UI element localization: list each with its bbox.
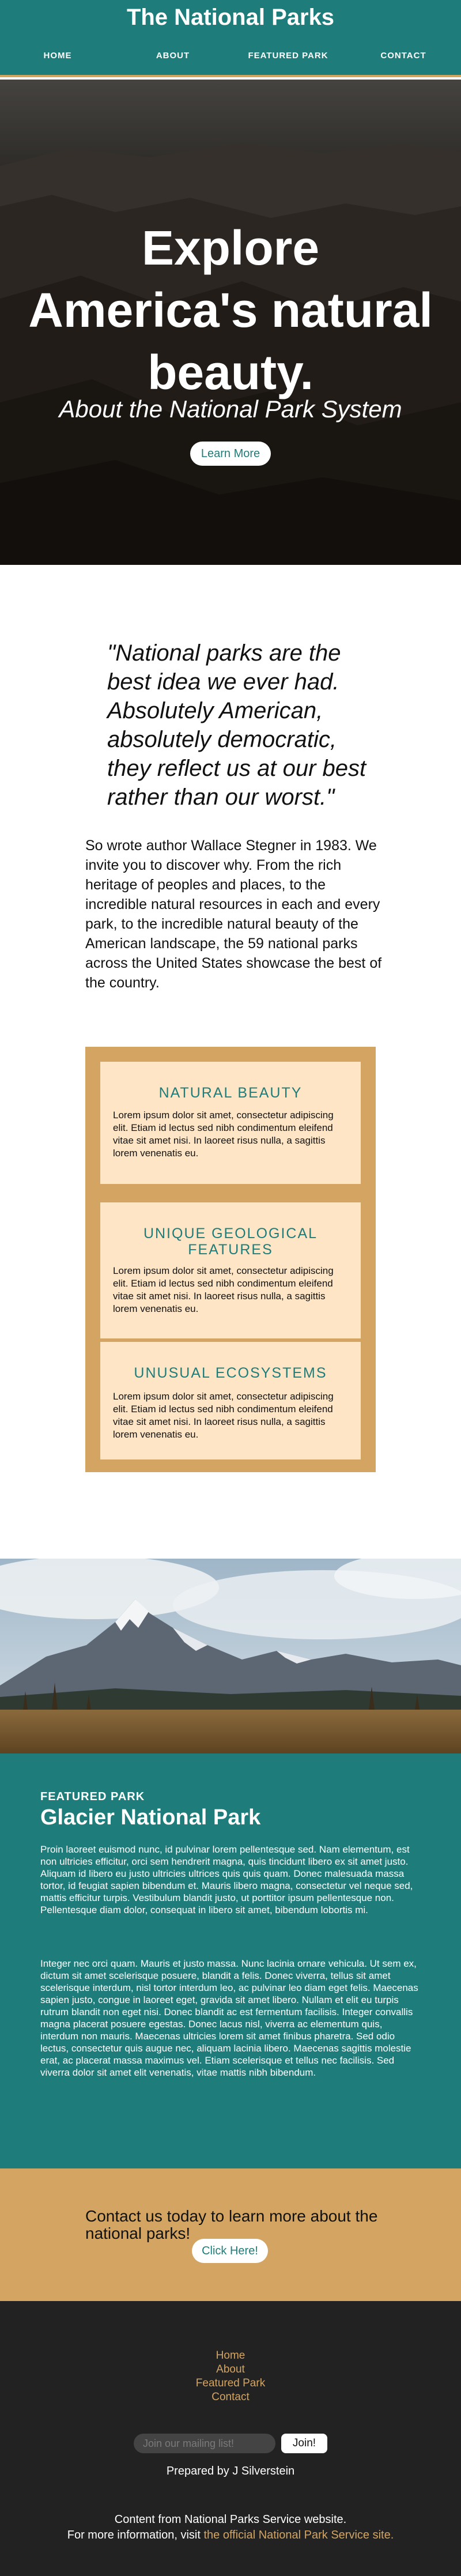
mountain-landscape-image — [0, 1559, 461, 1753]
feature-card: UNIQUE GEOLOGICAL FEATURES Lorem ipsum d… — [100, 1202, 361, 1338]
feature-card: NATURAL BEAUTY Lorem ipsum dolor sit ame… — [100, 1062, 361, 1184]
footer-nav: Home About Featured Park Contact — [0, 2349, 461, 2404]
hero-headline: Explore America's natural beauty. — [28, 221, 433, 399]
featured-park-section: FEATURED PARK Glacier National Park Proi… — [0, 1753, 461, 2168]
features-box: NATURAL BEAUTY Lorem ipsum dolor sit ame… — [85, 1047, 376, 1472]
join-button[interactable]: Join! — [281, 2434, 327, 2453]
nav-contact[interactable]: CONTACT — [357, 51, 449, 61]
feature-title: UNIQUE GEOLOGICAL FEATURES — [143, 1225, 318, 1258]
learn-more-button[interactable]: Learn More — [190, 442, 271, 466]
hero-subtitle: About the National Park System — [59, 395, 402, 423]
site-header: The National Parks HOME ABOUT FEATURED P… — [0, 0, 461, 77]
main-nav: HOME ABOUT FEATURED PARK CONTACT — [0, 51, 461, 65]
feature-text: Lorem ipsum dolor sit amet, consectetur … — [113, 1391, 334, 1440]
feature-text: Lorem ipsum dolor sit amet, consectetur … — [113, 1110, 334, 1159]
hero: Explore America's natural beauty. About … — [0, 80, 461, 565]
more-info-prefix: For more information, visit — [67, 2529, 204, 2541]
intro-paragraph: So wrote author Wallace Stegner in 1983.… — [85, 838, 382, 991]
feature-text: Lorem ipsum dolor sit amet, consectetur … — [113, 1265, 334, 1314]
nav-about[interactable]: ABOUT — [127, 51, 219, 61]
contact-section: Contact us today to learn more about the… — [0, 2168, 461, 2301]
footer-link-featured-park[interactable]: Featured Park — [0, 2377, 461, 2390]
nav-featured-park[interactable]: FEATURED PARK — [242, 51, 334, 61]
feature-card: UNUSUAL ECOSYSTEMS Lorem ipsum dolor sit… — [100, 1342, 361, 1459]
site-title: The National Parks — [126, 5, 335, 30]
footer-link-contact[interactable]: Contact — [0, 2390, 461, 2404]
mountain-image — [0, 1559, 461, 1753]
nps-site-link[interactable]: the official National Park Service site. — [203, 2529, 394, 2541]
contact-text: Contact us today to learn more about the… — [85, 2207, 378, 2242]
more-info: For more information, visit the official… — [0, 2529, 461, 2542]
featured-park-paragraph: Integer nec orci quam. Mauris et justo m… — [40, 1958, 418, 2078]
footer-link-home[interactable]: Home — [0, 2349, 461, 2363]
feature-title: NATURAL BEAUTY — [158, 1085, 303, 1101]
mailing-list-input[interactable] — [134, 2434, 275, 2453]
stegner-quote: "National parks are the best idea we eve… — [107, 640, 366, 810]
footer-link-about[interactable]: About — [0, 2363, 461, 2377]
footer: Home About Featured Park Contact Join! P… — [0, 2301, 461, 2576]
featured-park-paragraph: Proin laoreet euismod nunc, id pulvinar … — [40, 1844, 413, 1915]
click-here-button[interactable]: Click Here! — [192, 2239, 268, 2263]
feature-title: UNUSUAL ECOSYSTEMS — [134, 1365, 327, 1381]
content-credit: Content from National Parks Service webs… — [114, 2513, 347, 2526]
prepared-by: Prepared by J Silverstein — [166, 2465, 295, 2477]
nav-home[interactable]: HOME — [12, 51, 104, 61]
featured-park-label: FEATURED PARK — [40, 1790, 145, 1803]
featured-park-title: Glacier National Park — [40, 1805, 261, 1830]
